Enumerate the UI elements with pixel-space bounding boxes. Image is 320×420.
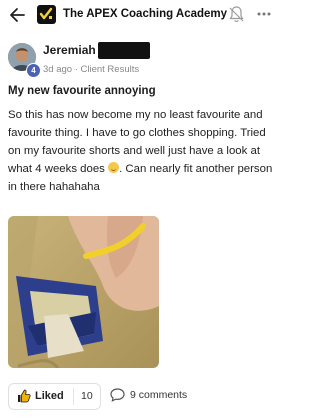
bell-off-icon[interactable] [228, 5, 245, 24]
back-arrow-icon[interactable] [8, 5, 28, 25]
comment-icon[interactable] [110, 388, 125, 402]
like-label: Liked [35, 390, 64, 402]
grimace-emoji-icon [108, 162, 120, 173]
comments-link[interactable]: 9 comments [130, 389, 187, 401]
like-button[interactable]: Liked 10 [8, 383, 101, 410]
post-image[interactable] [8, 216, 159, 368]
post-title: My new favourite annoying [8, 85, 156, 97]
top-bar: The APEX Coaching Academy [0, 0, 283, 32]
post-body: So this has now become my no least favou… [8, 106, 276, 196]
thumbs-up-icon [18, 389, 31, 403]
more-icon[interactable] [256, 6, 272, 22]
app-title: The APEX Coaching Academy [63, 8, 228, 20]
apex-logo-icon [37, 5, 56, 24]
like-count[interactable]: 10 [81, 390, 93, 402]
post-meta: 3d ago · Client Results [43, 64, 140, 75]
like-divider [73, 388, 74, 405]
level-badge: 4 [26, 63, 41, 78]
author-name[interactable]: Jeremiah [43, 43, 96, 57]
redacted-surname [98, 42, 150, 59]
